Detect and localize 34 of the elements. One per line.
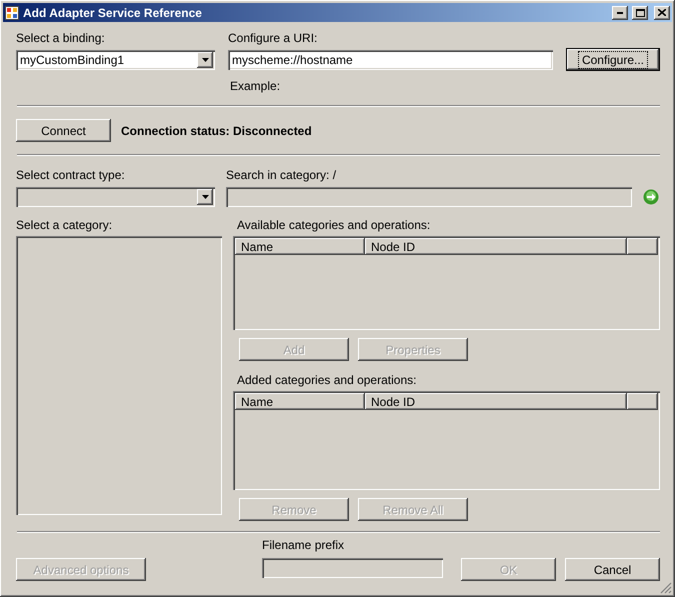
window-title: Add Adapter Service Reference: [23, 6, 203, 20]
field-label: Search in category: /: [226, 168, 338, 182]
field-label: Added categories and operations:: [236, 373, 418, 387]
example-label: Example:: [230, 79, 282, 93]
column-header[interactable]: Node ID: [365, 238, 627, 255]
field-label: Available categories and operations:: [236, 218, 432, 232]
field-label: Configure a URI:: [228, 31, 318, 45]
binding-dropdown[interactable]: myCustomBinding1: [16, 50, 215, 70]
filename-prefix-field[interactable]: [262, 558, 443, 578]
close-button[interactable]: [654, 6, 670, 20]
caret-icon: [202, 195, 208, 199]
caret-icon: [202, 58, 208, 62]
dropdown-button[interactable]: [197, 52, 213, 68]
column-header[interactable]: Node ID: [365, 393, 627, 410]
close-icon: [658, 9, 666, 16]
connection-status: Connection status: Disconnected: [121, 124, 312, 138]
column-header: [627, 393, 658, 410]
uri-field[interactable]: myscheme://hostname: [228, 50, 553, 70]
field-label: Select contract type:: [16, 168, 126, 182]
resize-grip-icon[interactable]: [660, 582, 672, 594]
app-icon: [5, 6, 19, 20]
field-label: Select a binding:: [16, 31, 106, 45]
minimize-icon: [617, 12, 623, 14]
maximize-icon: [636, 8, 644, 16]
column-header[interactable]: Name: [235, 238, 365, 255]
column-header: [627, 238, 658, 255]
configure-button[interactable]: Configure...: [566, 48, 660, 71]
column-header[interactable]: Name: [235, 393, 365, 410]
field-label: Filename prefix: [262, 538, 346, 552]
connect-button[interactable]: Connect: [16, 119, 111, 142]
maximize-button[interactable]: [632, 6, 648, 20]
field-label: Select a category:: [16, 218, 114, 232]
minimize-button[interactable]: [612, 6, 628, 20]
dialog-button[interactable]: Cancel: [565, 558, 660, 581]
